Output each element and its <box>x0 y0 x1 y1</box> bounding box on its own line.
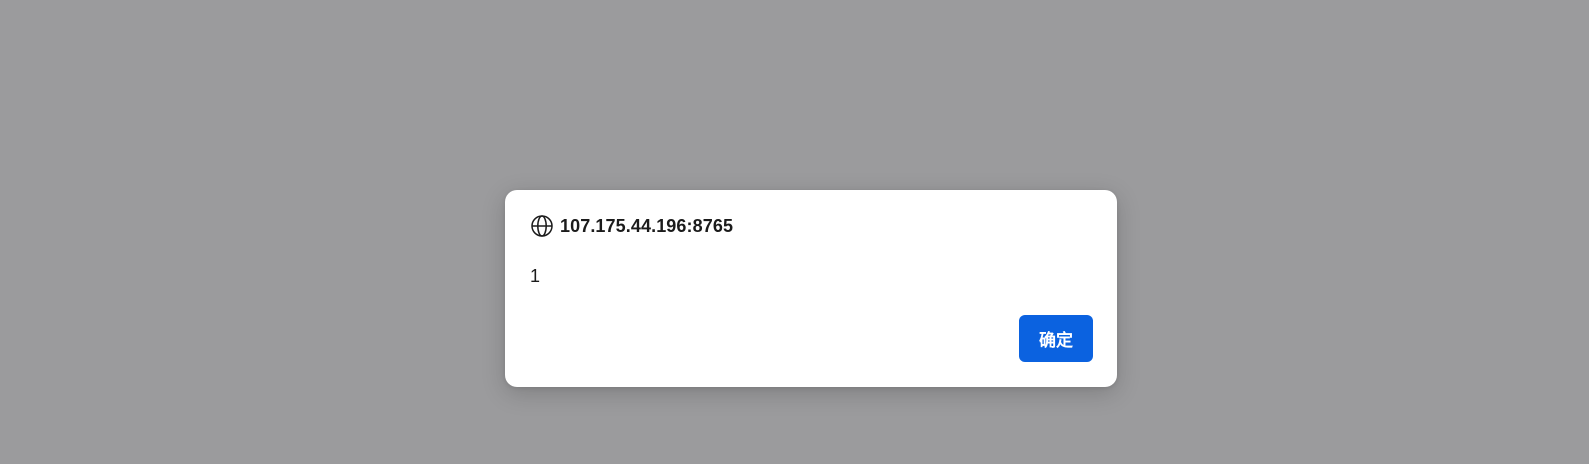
dialog-origin: 107.175.44.196:8765 <box>560 215 734 236</box>
globe-icon <box>530 214 554 238</box>
dialog-header: 107.175.44.196:8765 <box>530 214 733 238</box>
alert-dialog: 107.175.44.196:8765 1 确定 <box>505 190 1117 387</box>
dialog-message: 1 <box>530 266 541 286</box>
page-backdrop: 107.175.44.196:8765 1 确定 <box>0 0 1589 464</box>
ok-button[interactable]: 确定 <box>1019 315 1093 362</box>
